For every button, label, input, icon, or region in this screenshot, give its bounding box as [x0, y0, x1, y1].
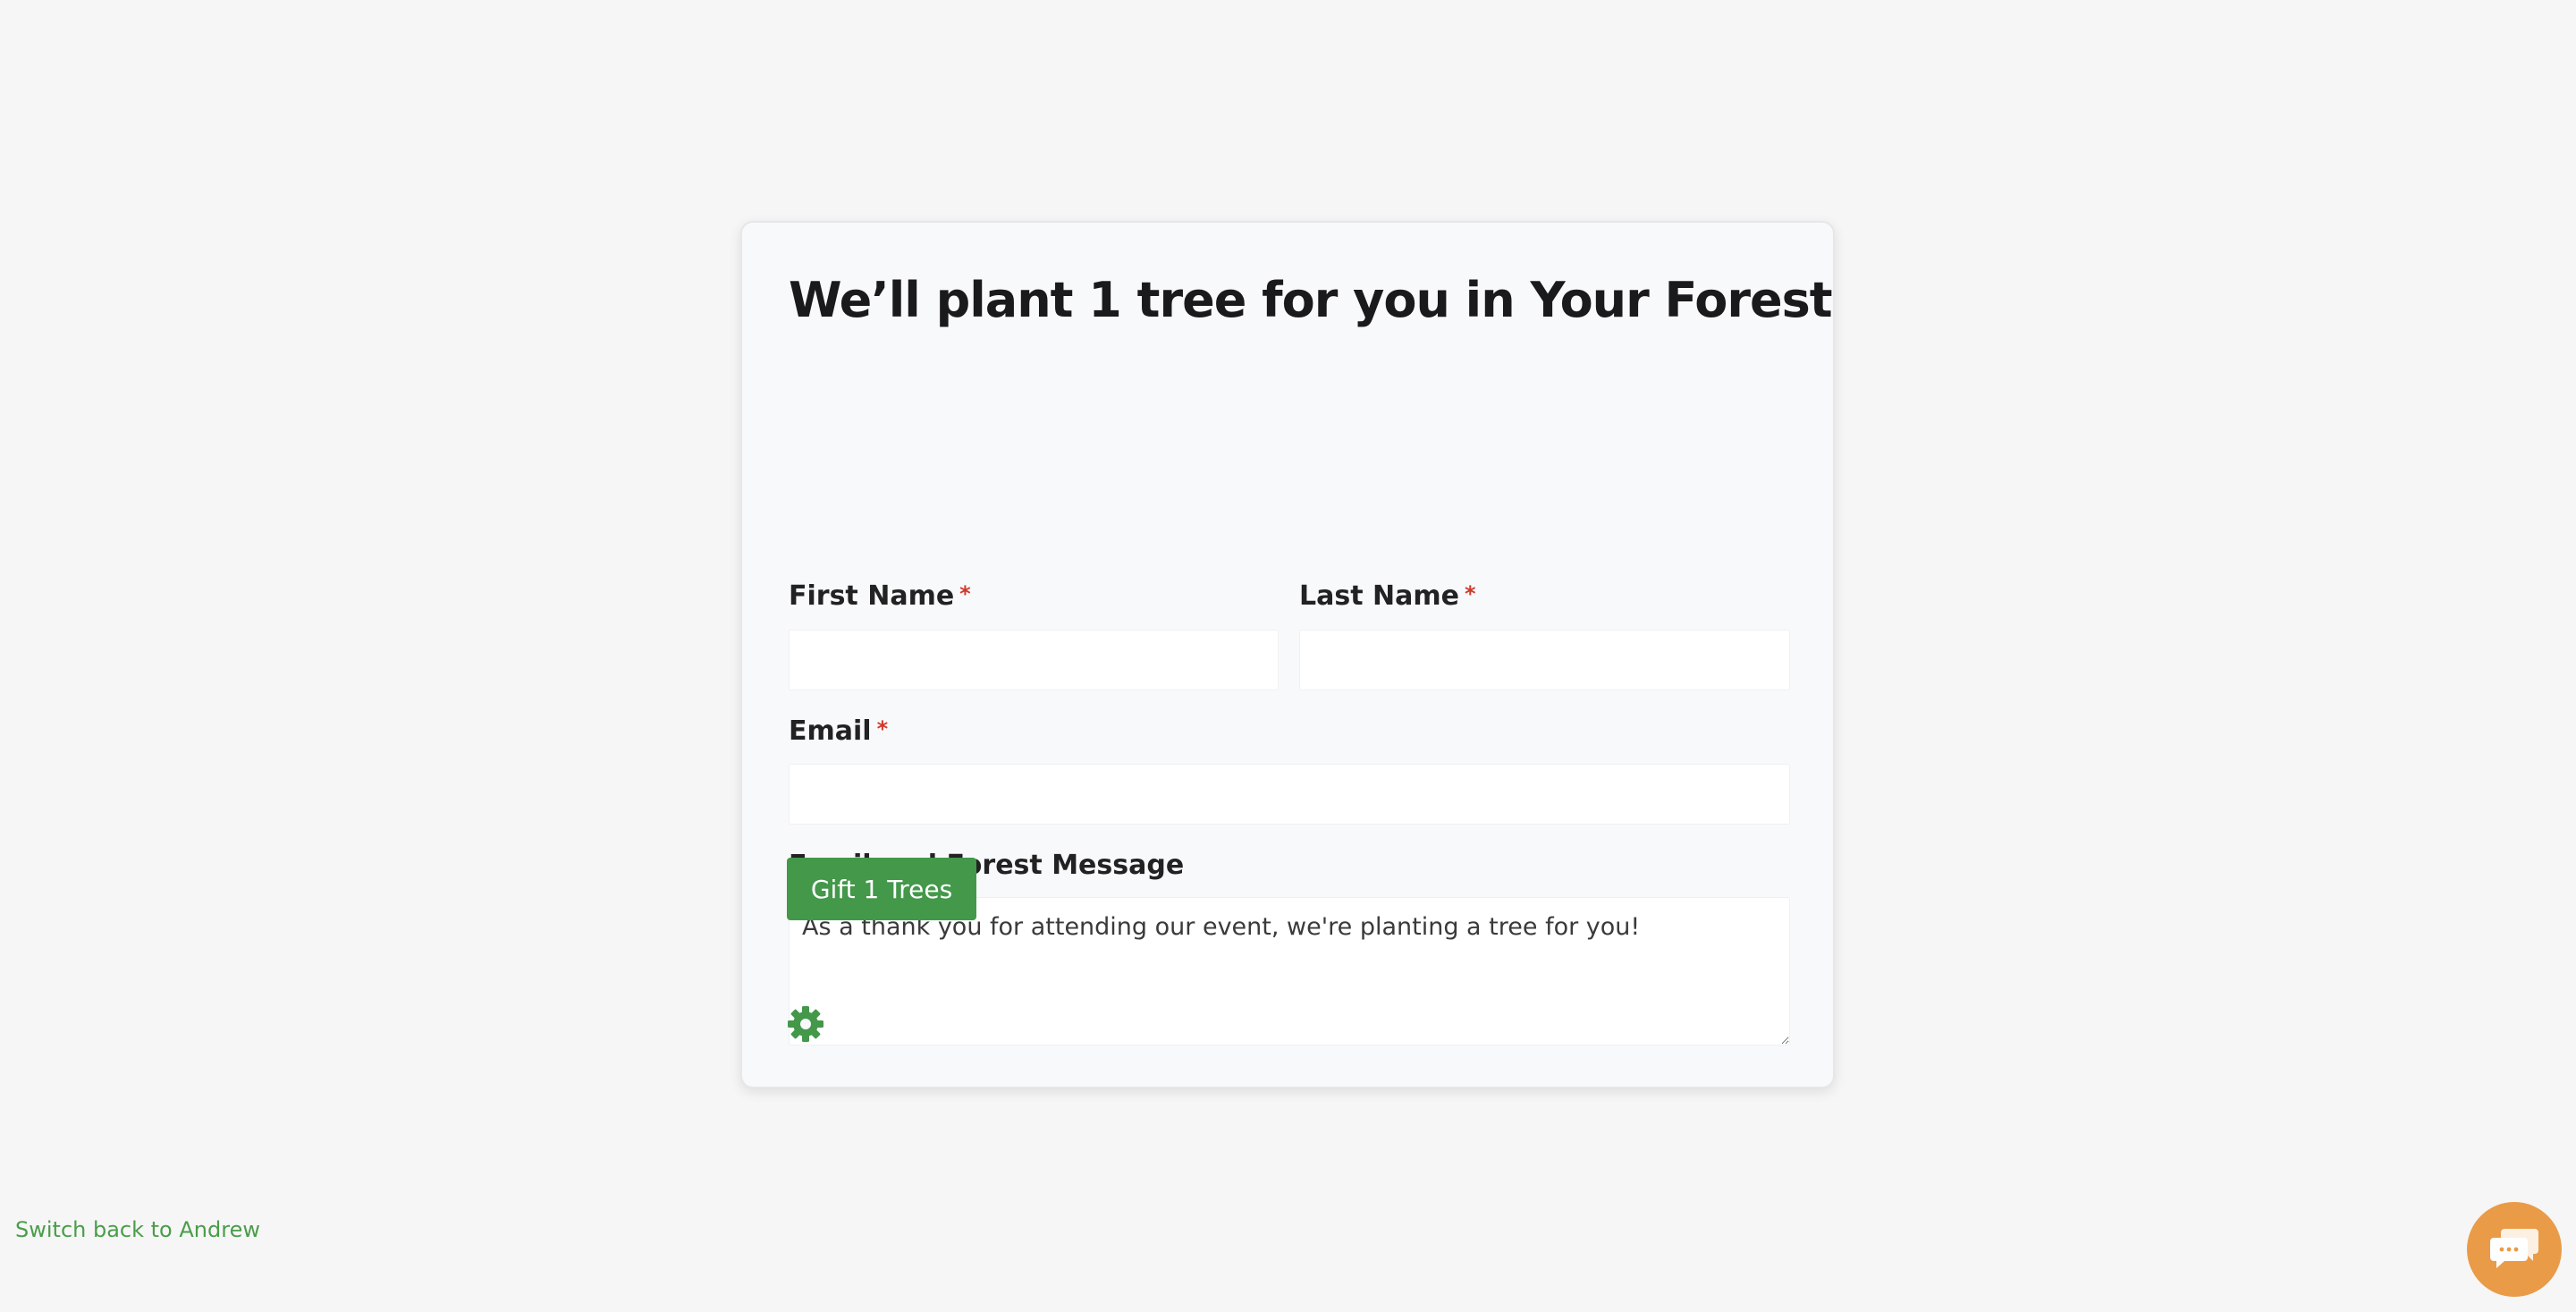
chat-icon: [2488, 1225, 2540, 1274]
form-title: We’ll plant 1 tree for you in Your Fores…: [789, 272, 1833, 328]
last-name-label-text: Last Name: [1299, 580, 1459, 612]
gear-icon[interactable]: [787, 1005, 824, 1043]
required-marker: *: [876, 716, 889, 741]
last-name-label: Last Name *: [1299, 580, 1476, 612]
gift-trees-button[interactable]: Gift 1 Trees: [787, 858, 976, 920]
gift-tree-form-card: We’ll plant 1 tree for you in Your Fores…: [740, 221, 1835, 1088]
required-marker: *: [1464, 581, 1476, 606]
email-label-text: Email: [789, 715, 872, 747]
switch-back-link[interactable]: Switch back to Andrew: [15, 1217, 260, 1242]
required-marker: *: [959, 581, 971, 606]
last-name-input[interactable]: [1299, 630, 1790, 690]
first-name-label: First Name *: [789, 580, 971, 612]
first-name-label-text: First Name: [789, 580, 955, 612]
email-input[interactable]: [789, 764, 1790, 825]
first-name-input[interactable]: [789, 630, 1279, 690]
chat-launcher-button[interactable]: [2467, 1202, 2562, 1297]
email-label: Email *: [789, 715, 888, 747]
